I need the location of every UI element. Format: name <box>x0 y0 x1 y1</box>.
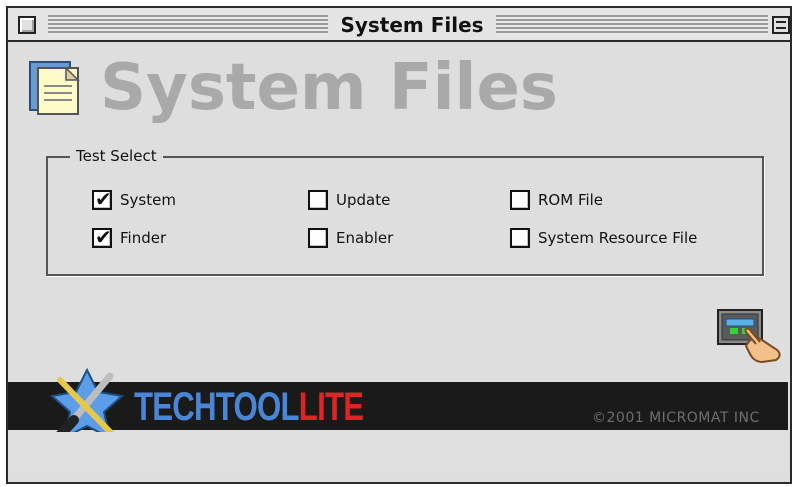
checkbox-system[interactable]: System <box>92 187 176 211</box>
test-select-group <box>46 156 764 276</box>
checkbox-finder[interactable]: Finder <box>92 225 167 249</box>
test-select-label: Test Select <box>70 146 163 166</box>
checkbox-update-label: Update <box>336 191 391 209</box>
techtool-lite-logo-text: TECHTOOLLITE <box>134 384 364 430</box>
checkbox-rom-file-box[interactable] <box>510 190 530 210</box>
title-bar-stripes-right <box>496 15 768 35</box>
title-bar-stripes-left <box>48 15 328 35</box>
close-box[interactable] <box>18 16 36 34</box>
brand-lite: LITE <box>298 385 364 429</box>
checkbox-rom-file-label: ROM File <box>538 191 604 209</box>
checkbox-enabler-label: Enabler <box>336 229 394 247</box>
window-title: System Files <box>328 12 496 38</box>
collapse-box[interactable] <box>772 16 790 34</box>
checkbox-system-label: System <box>120 191 176 209</box>
hand-pressing-button-icon <box>717 309 781 364</box>
page-title: System Files <box>100 51 558 125</box>
checkbox-enabler-box[interactable] <box>308 228 328 248</box>
checkbox-update[interactable]: Update <box>308 190 390 210</box>
checkbox-system-box[interactable] <box>92 187 112 211</box>
documents-icon <box>29 61 80 115</box>
checkbox-update-box[interactable] <box>308 190 328 210</box>
checkbox-enabler[interactable]: Enabler <box>308 228 393 248</box>
checkbox-system-resource-file-box[interactable] <box>510 228 530 248</box>
title-bar[interactable]: System Files <box>8 8 790 42</box>
brand-techtool: TECHTOOL <box>134 385 300 429</box>
checkbox-system-resource-file[interactable]: System Resource File <box>510 228 697 248</box>
window-bottom <box>8 432 788 472</box>
checkbox-system-resource-file-label: System Resource File <box>538 229 698 247</box>
checkbox-finder-box[interactable] <box>92 225 112 249</box>
checkbox-finder-label: Finder <box>120 229 167 247</box>
checkbox-rom-file[interactable]: ROM File <box>510 190 603 210</box>
copyright-text: ©2001 MICROMAT INC <box>592 410 760 426</box>
start-test-button[interactable] <box>716 308 788 364</box>
